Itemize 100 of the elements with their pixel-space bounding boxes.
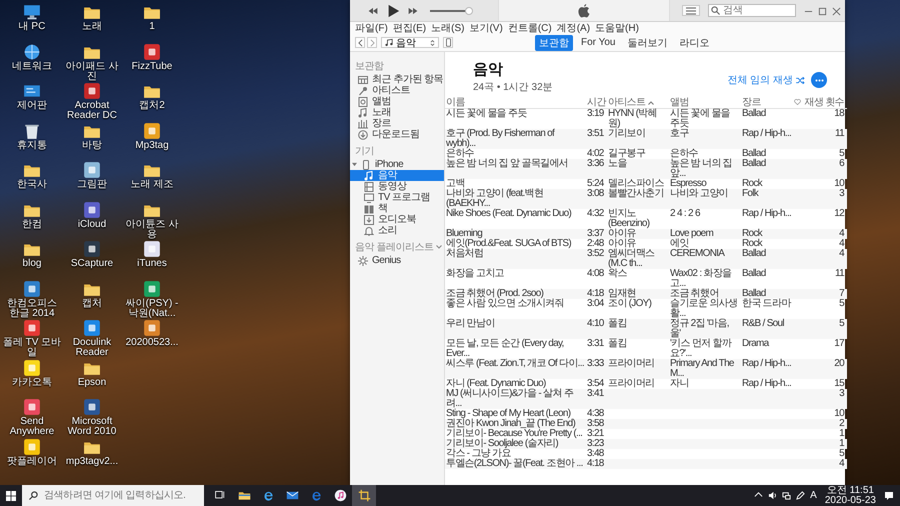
desktop-icon-label[interactable]: 바탕 xyxy=(82,140,102,150)
sidebar-item[interactable]: 노래 xyxy=(350,107,444,118)
table-row[interactable]: 화장을 고치고 4:08 왁스 Wax02 : 화장을 고... Ballad 11 xyxy=(445,269,847,289)
speaker-icon[interactable] xyxy=(768,491,778,500)
table-row[interactable]: 은하수 4:02 길구봉구 은하수 Ballad 5 xyxy=(445,149,847,159)
table-row[interactable]: Blueming 3:37 아이유 Love poem Rock 4 xyxy=(445,229,847,239)
app-icon[interactable] xyxy=(83,398,101,416)
desktop-icon-label[interactable]: 한컴 xyxy=(22,220,42,230)
sidebar-item[interactable]: 장르 xyxy=(350,118,444,129)
sidebar-item[interactable]: 오디오북 xyxy=(350,214,444,225)
desktop-icon-label[interactable]: Epson xyxy=(78,378,106,388)
monitor-icon[interactable] xyxy=(23,3,41,21)
desktop-icon-label[interactable]: 한국사 xyxy=(17,180,47,190)
desktop-icon-label[interactable]: 카카오톡 xyxy=(12,378,52,388)
more-button[interactable] xyxy=(811,72,827,88)
desktop-icon-label[interactable]: FizzTube xyxy=(132,62,172,72)
app-icon[interactable] xyxy=(23,398,41,416)
app-icon[interactable] xyxy=(143,42,161,60)
desktop-icon-label[interactable]: 제어판 xyxy=(17,101,47,111)
column-header[interactable]: 앨범 xyxy=(669,98,741,108)
desktop-icon-label[interactable]: 휴지통 xyxy=(17,140,47,150)
sidebar-item[interactable]: 앨범 xyxy=(350,96,444,107)
sidebar-item[interactable]: 동영상 xyxy=(350,181,444,192)
desktop-icon-label[interactable]: 노래 제조 xyxy=(130,180,174,190)
app-icon[interactable] xyxy=(143,122,161,140)
desktop-icon-label[interactable]: mp3tagv2... xyxy=(66,456,118,466)
input-indicator[interactable]: A xyxy=(810,490,817,501)
menu-item[interactable]: 계정(A) xyxy=(556,22,590,34)
sidebar-item[interactable]: 최근 추가된 항목 xyxy=(350,74,444,85)
menu-item[interactable]: 도움말(H) xyxy=(595,22,639,34)
desktop-icon-label[interactable]: blog xyxy=(22,259,42,269)
pen-icon[interactable] xyxy=(796,491,806,500)
column-header[interactable] xyxy=(793,98,802,108)
desktop-icon-label[interactable]: Microsoft Word 2010 xyxy=(62,417,122,437)
app-icon[interactable] xyxy=(143,240,161,258)
table-row[interactable]: Sting - Shape of My Heart (Leon) 4:38 10 xyxy=(445,409,847,419)
table-row[interactable]: 씨스루 (Feat. Zion.T, 개코 Of 다이... 3:33 프라이머리 Primary And The M... Rap / Hip-h... 20 xyxy=(445,359,847,379)
table-row[interactable]: 자니 (Feat. Dynamic Duo) 3:54 프라이머리 자니 Rap / Hip-h... 15 xyxy=(445,379,847,389)
desktop-icon-label[interactable]: 그림판 xyxy=(77,180,107,190)
tab[interactable]: 라디오 xyxy=(675,34,714,50)
column-header[interactable]: 장르 xyxy=(741,98,793,108)
table-row[interactable]: 모든 날, 모든 순간 (Every day, Ever... 3:31 폴킴 '키스 먼저 할까요?'... Drama 17 xyxy=(445,339,847,359)
app-icon[interactable] xyxy=(23,358,41,376)
search-field[interactable]: 검색 xyxy=(708,4,796,17)
desktop-icon-label[interactable]: Mp3tag xyxy=(135,140,169,150)
menu-item[interactable]: 보기(V) xyxy=(469,22,503,34)
app-icon[interactable] xyxy=(143,319,161,337)
app-icon[interactable] xyxy=(83,240,101,258)
sidebar-item[interactable]: 다운로드됨 xyxy=(350,129,444,140)
desktop-icon-label[interactable]: 팟플레이어 xyxy=(7,456,57,466)
app-icon[interactable] xyxy=(83,82,101,100)
app-icon[interactable] xyxy=(83,319,101,337)
desktop-icon-label[interactable]: Acrobat Reader DC xyxy=(62,101,122,121)
search-field[interactable]: 검색하려면 여기에 입력하십시오. xyxy=(22,485,204,506)
app-icon[interactable] xyxy=(23,319,41,337)
table-row[interactable]: 호구 (Prod. By Fisherman of wybh)... 3:51 기리보이 호구 Rap / Hip-h... 11 xyxy=(445,129,847,149)
table-row[interactable]: 높은 밤 너의 집 앞 골목길에서 3:36 노을 높은 밤 너의 집 앞... Ballad 6 xyxy=(445,159,847,179)
sidebar-item[interactable]: 책 xyxy=(350,203,444,214)
desktop-icon-label[interactable]: 노래 xyxy=(82,22,102,32)
desktop-icon-label[interactable]: Send Anywhere xyxy=(2,417,62,437)
tab[interactable]: 둘러보기 xyxy=(623,34,672,50)
app-icon[interactable] xyxy=(83,200,101,218)
column-header[interactable]: 이름 xyxy=(445,98,586,108)
app-icon[interactable] xyxy=(23,438,41,456)
table-row[interactable]: 좋은 사람 있으면 소개시켜줘 3:04 조이 (JOY) 슬기로운 의사생활... 한국 드라마 5 xyxy=(445,299,847,319)
desktop-icon-label[interactable]: 아이패드 사진 xyxy=(62,62,122,82)
desktop-icon-label[interactable]: 내 PC xyxy=(18,22,46,32)
slider-thumb[interactable] xyxy=(464,6,473,14)
table-row[interactable]: Nike Shoes (Feat. Dynamic Duo) 4:32 빈지노 (Beenzino) 2 4 : 2 6 Rap / Hip-h... 12 xyxy=(445,209,847,229)
chevron-down-icon[interactable] xyxy=(436,245,442,249)
desktop-icon-label[interactable]: iCloud xyxy=(78,220,106,230)
media-dropdown[interactable]: 음악 xyxy=(381,37,439,48)
table-row[interactable]: 투엘슨(2LSON)- 꿀(Feat. 조현아 ... 4:18 4 xyxy=(445,459,847,469)
list-view-button[interactable] xyxy=(682,5,700,16)
desktop-icon-label[interactable]: 1 xyxy=(149,22,155,32)
tab[interactable]: For You xyxy=(577,34,620,50)
notification-icon[interactable] xyxy=(884,490,894,500)
menu-item[interactable]: 컨트롤(C) xyxy=(508,22,552,34)
table-row[interactable]: 고백 5:24 델리스파이스 Espresso Rock 10 xyxy=(445,179,847,189)
device-button[interactable] xyxy=(443,37,453,48)
table-row[interactable]: 나비와 고양이 (feat.백현 (BAEKHY... 3:08 볼빨간사춘기 나비와 고양이 Folk 3 xyxy=(445,189,847,209)
table-row[interactable]: MJ (써니사이드)&가을 - 살쳐 주려... 3:41 3 xyxy=(445,389,847,409)
column-header[interactable]: 재생 횟수 xyxy=(802,98,847,108)
sidebar-item[interactable]: 음악 xyxy=(350,170,444,181)
globe-icon[interactable] xyxy=(23,42,41,60)
sidebar-item[interactable]: 아티스트 xyxy=(350,85,444,96)
desktop-icon-label[interactable]: 20200523... xyxy=(126,338,178,348)
desktop-icon-label[interactable]: 싸이(PSY) - 낙원(Nat... xyxy=(122,298,182,318)
table-row[interactable]: 각스 - 그냥 가요 3:48 5 xyxy=(445,449,847,459)
close-icon[interactable] xyxy=(832,7,841,16)
triangle-down-icon[interactable] xyxy=(352,162,357,167)
table-row[interactable]: 기리보이- Because You're Pretty (... 3:21 1 xyxy=(445,429,847,439)
sidebar-item[interactable]: iPhone xyxy=(350,159,444,170)
menu-item[interactable]: 파일(F) xyxy=(355,22,388,34)
table-row[interactable]: 처음처럼 3:52 엠씨더맥스 (M.C th... CEREMONIA Ballad 4 xyxy=(445,249,847,269)
network-icon[interactable] xyxy=(782,491,792,500)
desktop-icon-label[interactable]: 캡처2 xyxy=(139,101,165,111)
app-icon[interactable] xyxy=(83,161,101,179)
table-row[interactable]: 우리 만남이 4:10 폴킴 정규 2집 '마음, 울' R&B / Soul 5 xyxy=(445,319,847,339)
desktop-icon-label[interactable]: Doculink Reader xyxy=(62,338,122,358)
